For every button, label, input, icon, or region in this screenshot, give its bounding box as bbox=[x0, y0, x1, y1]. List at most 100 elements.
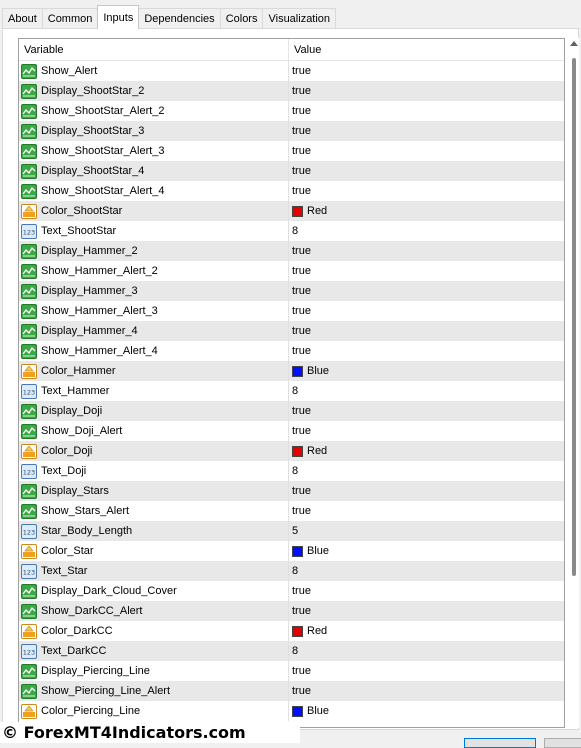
variable-cell[interactable]: Show_ShootStar_Alert_4 bbox=[19, 181, 289, 201]
variable-cell[interactable]: Show_Stars_Alert bbox=[19, 501, 289, 521]
variable-cell[interactable]: Show_Piercing_Line_Alert bbox=[19, 681, 289, 701]
value-cell[interactable]: true bbox=[289, 161, 311, 181]
table-row[interactable]: Display_Dark_Cloud_Cover true bbox=[19, 581, 564, 601]
variable-cell[interactable]: 123 Text_ShootStar bbox=[19, 221, 289, 241]
table-row[interactable]: Show_Doji_Alert true bbox=[19, 421, 564, 441]
variable-cell[interactable]: Display_Stars bbox=[19, 481, 289, 501]
variable-cell[interactable]: Display_Hammer_2 bbox=[19, 241, 289, 261]
variable-cell[interactable]: Color_Piercing_Line bbox=[19, 701, 289, 721]
value-cell[interactable]: true bbox=[289, 141, 311, 161]
table-row[interactable]: 123 Star_Body_Length 5 bbox=[19, 521, 564, 541]
variable-cell[interactable]: Display_ShootStar_4 bbox=[19, 161, 289, 181]
table-row[interactable]: 123 Text_Doji 8 bbox=[19, 461, 564, 481]
variable-cell[interactable]: Display_ShootStar_2 bbox=[19, 81, 289, 101]
scroll-up-arrow-icon[interactable] bbox=[570, 41, 578, 46]
value-cell[interactable]: 8 bbox=[289, 381, 298, 401]
value-cell[interactable]: true bbox=[289, 481, 311, 501]
table-row[interactable]: Display_Stars true bbox=[19, 481, 564, 501]
tab-dependencies[interactable]: Dependencies bbox=[138, 8, 221, 28]
table-row[interactable]: Display_Hammer_3 true bbox=[19, 281, 564, 301]
table-row[interactable]: Display_ShootStar_3 true bbox=[19, 121, 564, 141]
table-row[interactable]: Display_Hammer_4 true bbox=[19, 321, 564, 341]
table-row[interactable]: Color_Doji Red bbox=[19, 441, 564, 461]
table-row[interactable]: Display_ShootStar_2 true bbox=[19, 81, 564, 101]
variable-cell[interactable]: Display_Dark_Cloud_Cover bbox=[19, 581, 289, 601]
vertical-scrollbar[interactable] bbox=[569, 38, 579, 728]
value-cell[interactable]: true bbox=[289, 181, 311, 201]
value-cell[interactable]: 8 bbox=[289, 461, 298, 481]
tab-common[interactable]: Common bbox=[41, 8, 99, 28]
value-cell[interactable]: Red bbox=[289, 441, 327, 461]
value-cell[interactable]: Blue bbox=[289, 541, 329, 561]
variable-cell[interactable]: Color_DarkCC bbox=[19, 621, 289, 641]
value-cell[interactable]: true bbox=[289, 121, 311, 141]
table-row[interactable]: Show_Piercing_Line_Alert true bbox=[19, 681, 564, 701]
table-row[interactable]: Show_ShootStar_Alert_3 true bbox=[19, 141, 564, 161]
table-row[interactable]: Show_ShootStar_Alert_4 true bbox=[19, 181, 564, 201]
value-cell[interactable]: 8 bbox=[289, 561, 298, 581]
table-row[interactable]: Display_Hammer_2 true bbox=[19, 241, 564, 261]
column-header-value[interactable]: Value bbox=[289, 39, 321, 60]
table-row[interactable]: Color_Piercing_Line Blue bbox=[19, 701, 564, 721]
variable-cell[interactable]: Show_Hammer_Alert_3 bbox=[19, 301, 289, 321]
variable-cell[interactable]: Show_Alert bbox=[19, 61, 289, 81]
value-cell[interactable]: Red bbox=[289, 621, 327, 641]
value-cell[interactable]: true bbox=[289, 341, 311, 361]
variable-cell[interactable]: Color_Doji bbox=[19, 441, 289, 461]
variable-cell[interactable]: Display_Hammer_4 bbox=[19, 321, 289, 341]
table-row[interactable]: Color_ShootStar Red bbox=[19, 201, 564, 221]
value-cell[interactable]: Red bbox=[289, 201, 327, 221]
ok-button[interactable] bbox=[464, 738, 536, 748]
value-cell[interactable]: true bbox=[289, 501, 311, 521]
value-cell[interactable]: true bbox=[289, 661, 311, 681]
value-cell[interactable]: true bbox=[289, 81, 311, 101]
table-row[interactable]: Show_Hammer_Alert_3 true bbox=[19, 301, 564, 321]
value-cell[interactable]: true bbox=[289, 581, 311, 601]
table-row[interactable]: 123 Text_Star 8 bbox=[19, 561, 564, 581]
table-row[interactable]: 123 Text_Hammer 8 bbox=[19, 381, 564, 401]
value-cell[interactable]: Blue bbox=[289, 361, 329, 381]
variable-cell[interactable]: Show_Hammer_Alert_4 bbox=[19, 341, 289, 361]
table-row[interactable]: Show_DarkCC_Alert true bbox=[19, 601, 564, 621]
variable-cell[interactable]: Display_Doji bbox=[19, 401, 289, 421]
value-cell[interactable]: 8 bbox=[289, 221, 298, 241]
variable-cell[interactable]: Color_ShootStar bbox=[19, 201, 289, 221]
value-cell[interactable]: true bbox=[289, 301, 311, 321]
table-row[interactable]: 123 Text_ShootStar 8 bbox=[19, 221, 564, 241]
variable-cell[interactable]: Display_Hammer_3 bbox=[19, 281, 289, 301]
column-header-variable[interactable]: Variable bbox=[19, 39, 289, 60]
table-row[interactable]: Display_Doji true bbox=[19, 401, 564, 421]
table-row[interactable]: Display_ShootStar_4 true bbox=[19, 161, 564, 181]
tab-inputs[interactable]: Inputs bbox=[97, 5, 140, 29]
table-row[interactable]: Show_Hammer_Alert_4 true bbox=[19, 341, 564, 361]
variable-cell[interactable]: 123 Text_Doji bbox=[19, 461, 289, 481]
value-cell[interactable]: true bbox=[289, 681, 311, 701]
variable-cell[interactable]: 123 Text_DarkCC bbox=[19, 641, 289, 661]
variable-cell[interactable]: Show_Hammer_Alert_2 bbox=[19, 261, 289, 281]
variable-cell[interactable]: Display_ShootStar_3 bbox=[19, 121, 289, 141]
table-row[interactable]: Color_DarkCC Red bbox=[19, 621, 564, 641]
variable-cell[interactable]: 123 Text_Hammer bbox=[19, 381, 289, 401]
tab-about[interactable]: About bbox=[2, 8, 43, 28]
variable-cell[interactable]: 123 Star_Body_Length bbox=[19, 521, 289, 541]
variable-cell[interactable]: Color_Hammer bbox=[19, 361, 289, 381]
table-row[interactable]: Show_Hammer_Alert_2 true bbox=[19, 261, 564, 281]
value-cell[interactable]: true bbox=[289, 101, 311, 121]
value-cell[interactable]: 8 bbox=[289, 641, 298, 661]
value-cell[interactable]: true bbox=[289, 321, 311, 341]
tab-colors[interactable]: Colors bbox=[219, 8, 264, 28]
value-cell[interactable]: true bbox=[289, 601, 311, 621]
value-cell[interactable]: true bbox=[289, 241, 311, 261]
variable-cell[interactable]: Display_Piercing_Line bbox=[19, 661, 289, 681]
table-row[interactable]: Show_ShootStar_Alert_2 true bbox=[19, 101, 564, 121]
variable-cell[interactable]: Color_Star bbox=[19, 541, 289, 561]
value-cell[interactable]: true bbox=[289, 281, 311, 301]
tab-visualization[interactable]: Visualization bbox=[262, 8, 337, 28]
variable-cell[interactable]: Show_DarkCC_Alert bbox=[19, 601, 289, 621]
table-row[interactable]: Color_Hammer Blue bbox=[19, 361, 564, 381]
value-cell[interactable]: true bbox=[289, 61, 311, 81]
variable-cell[interactable]: 123 Text_Star bbox=[19, 561, 289, 581]
value-cell[interactable]: true bbox=[289, 401, 311, 421]
variable-cell[interactable]: Show_ShootStar_Alert_3 bbox=[19, 141, 289, 161]
table-row[interactable]: Color_Star Blue bbox=[19, 541, 564, 561]
